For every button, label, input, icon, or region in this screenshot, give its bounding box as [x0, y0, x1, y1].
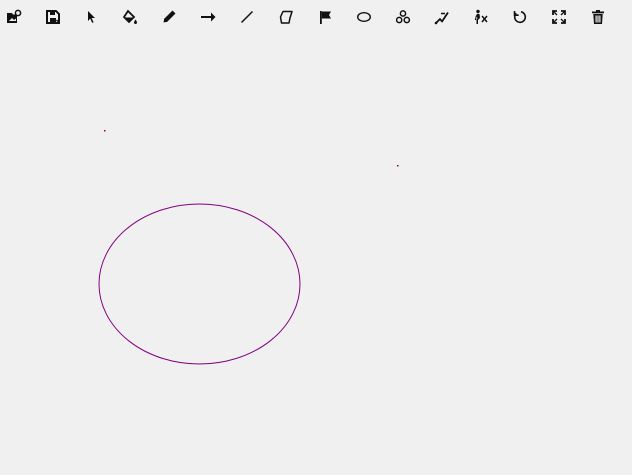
- trajectory-tool-button[interactable]: [431, 6, 453, 28]
- ellipse-icon: [356, 11, 372, 23]
- drawing-canvas[interactable]: [0, 34, 632, 475]
- pencil-icon: [163, 10, 176, 23]
- polygon-tool-button[interactable]: [275, 6, 297, 28]
- cluster-tool-button[interactable]: [392, 6, 414, 28]
- undo-icon: [513, 11, 527, 24]
- save-button[interactable]: [42, 6, 64, 28]
- open-image-icon: [7, 9, 22, 23]
- cluster-icon: [395, 10, 411, 24]
- open-image-button[interactable]: [3, 6, 25, 28]
- canvas-drawing-layer: [98, 130, 399, 365]
- flag-tool-button[interactable]: [314, 6, 336, 28]
- save-icon: [46, 10, 60, 24]
- toolbar: [0, 0, 632, 34]
- delete-button[interactable]: [587, 6, 609, 28]
- paint-bucket-icon: [122, 9, 137, 24]
- drawing-app: [0, 0, 634, 475]
- person-tool-button[interactable]: [470, 6, 492, 28]
- line-icon: [240, 10, 254, 24]
- canvas-point: [397, 165, 399, 167]
- trajectory-icon: [434, 12, 449, 25]
- person-icon: [474, 9, 488, 24]
- line-tool-button[interactable]: [236, 6, 258, 28]
- polygon-icon: [279, 10, 293, 24]
- flag-icon: [320, 11, 331, 24]
- arrow-icon: [201, 12, 216, 22]
- fullscreen-icon: [552, 10, 566, 24]
- canvas-ellipse: [98, 203, 301, 365]
- select-tool-button[interactable]: [80, 6, 102, 28]
- arrow-tool-button[interactable]: [197, 6, 219, 28]
- canvas-point: [104, 130, 106, 132]
- trash-icon: [592, 10, 604, 24]
- pencil-tool-button[interactable]: [158, 6, 180, 28]
- select-pointer-icon: [88, 11, 95, 23]
- ellipse-tool-button[interactable]: [353, 6, 375, 28]
- fill-tool-button[interactable]: [119, 6, 141, 28]
- undo-button[interactable]: [509, 6, 531, 28]
- fullscreen-button[interactable]: [548, 6, 570, 28]
